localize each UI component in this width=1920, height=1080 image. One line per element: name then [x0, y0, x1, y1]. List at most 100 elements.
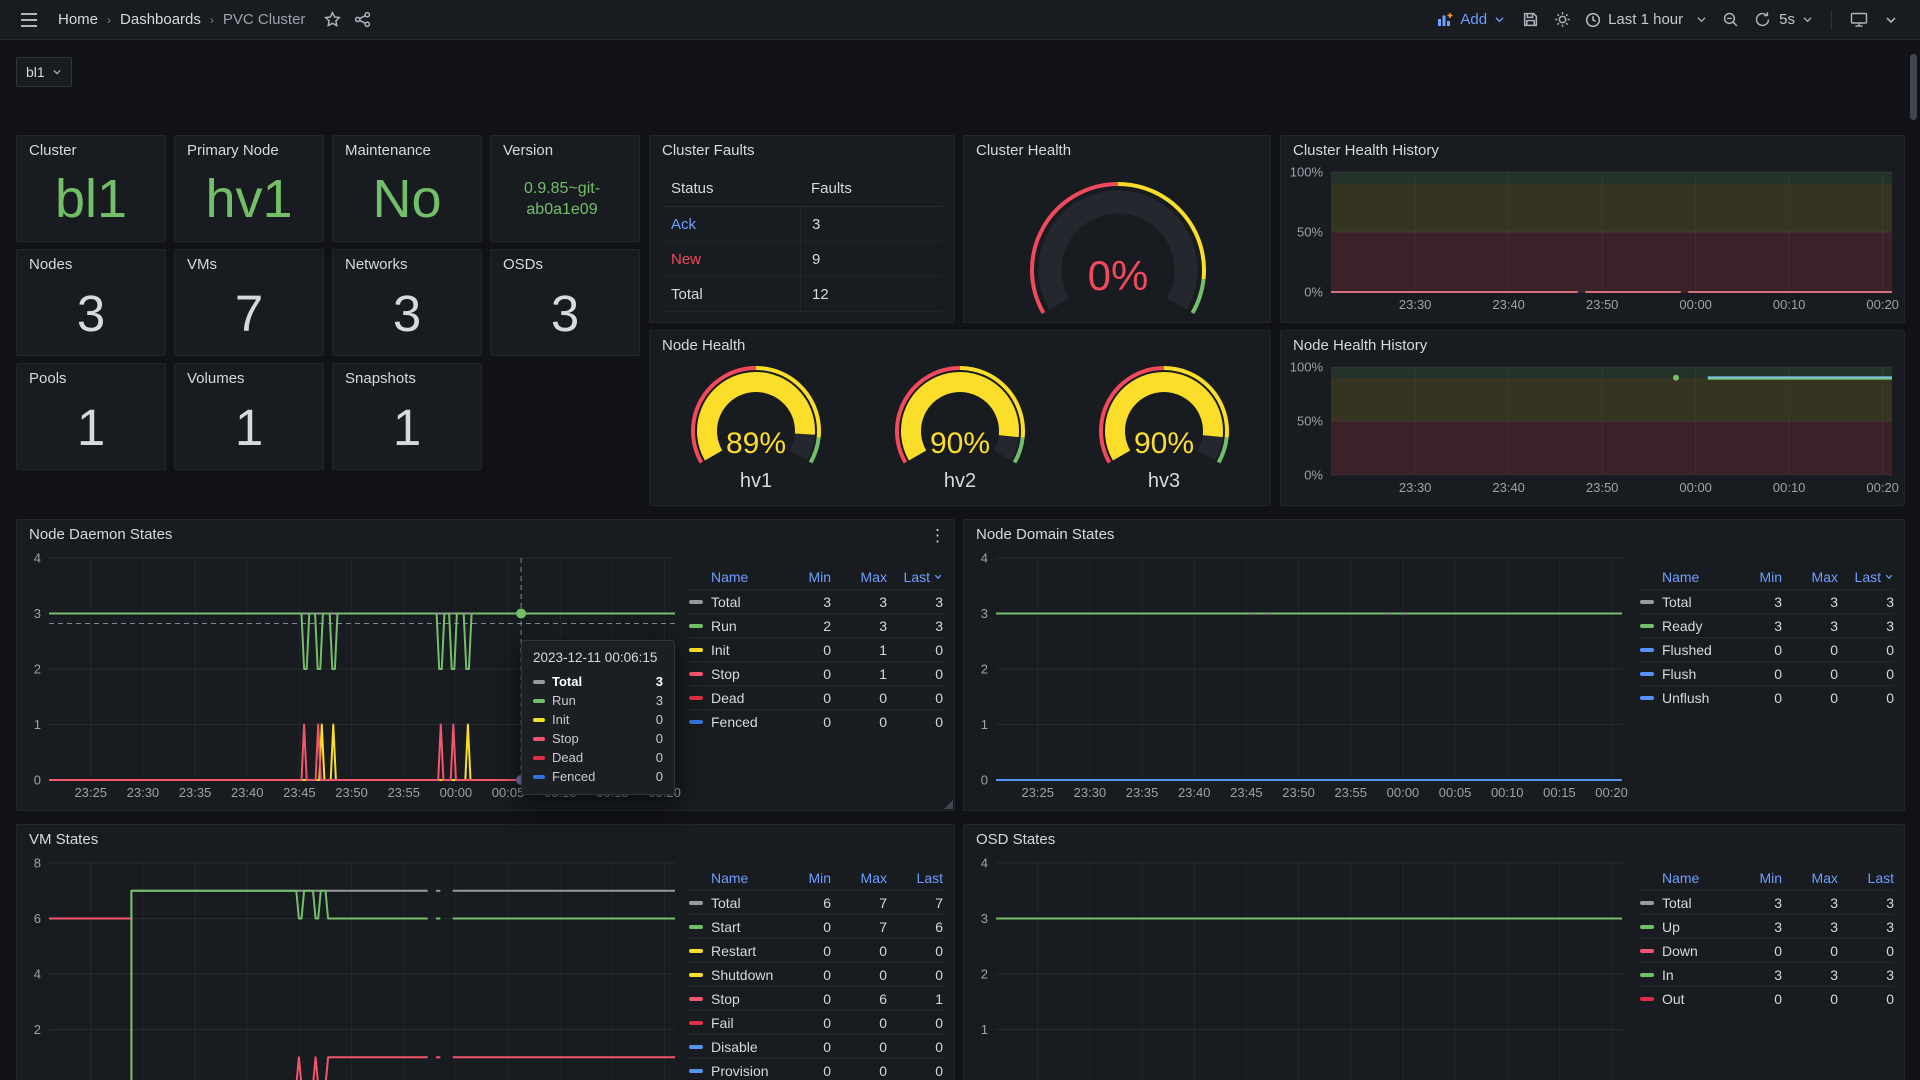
settings-gear-icon[interactable] [1547, 5, 1577, 35]
breadcrumb-dashboards[interactable]: Dashboards [118, 11, 203, 28]
legend-value: 3 [887, 618, 943, 634]
legend-sort-min[interactable]: Min [775, 569, 831, 585]
series-swatch [1640, 696, 1654, 700]
panel-resize-handle[interactable] [944, 800, 953, 809]
panel-title: Cluster Health [964, 136, 1246, 166]
legend-item-total[interactable]: Total677 [689, 890, 943, 914]
panel-stat-maintenance: Maintenance No [332, 135, 482, 242]
series-swatch [1640, 973, 1654, 977]
panel-stat-cluster: Cluster bl1 [16, 135, 166, 242]
svg-text:hv1: hv1 [740, 470, 772, 492]
series-swatch [689, 1045, 703, 1049]
navbar-overflow-chevron-icon[interactable] [1876, 5, 1906, 35]
legend-value: 3 [1782, 967, 1838, 983]
legend-sort-min[interactable]: Min [1726, 569, 1782, 585]
legend-sort-last[interactable]: Last [887, 569, 943, 585]
legend-sort-max[interactable]: Max [1782, 870, 1838, 886]
time-range-picker[interactable]: Last 1 hour [1579, 11, 1713, 28]
legend-item-init[interactable]: Init010 [689, 637, 943, 661]
series-swatch [689, 720, 703, 724]
node-health-history-chart[interactable]: 0%50%100%23:3023:4023:5000:0000:1000:20 [1287, 359, 1900, 499]
legend-item-flushed[interactable]: Flushed000 [1640, 637, 1894, 661]
legend-sort-last[interactable]: Last [1838, 569, 1894, 585]
legend-header: NameMinMaxLast [1640, 865, 1894, 890]
legend-item-start[interactable]: Start076 [689, 914, 943, 938]
series-swatch [533, 680, 545, 684]
legend-item-shutdown[interactable]: Shutdown000 [689, 962, 943, 986]
vm-states-chart[interactable]: 0246823:2523:3023:3523:4023:4523:5023:55… [23, 855, 683, 1080]
legend-item-flush[interactable]: Flush000 [1640, 661, 1894, 685]
panel-node-daemon-states: Node Daemon States ⋮ 0123423:2523:3023:3… [16, 519, 955, 811]
legend-sort-last[interactable]: Last [887, 870, 943, 886]
panel-menu-icon[interactable]: ⋮ [929, 526, 946, 546]
legend-item-total[interactable]: Total333 [1640, 589, 1894, 613]
save-dashboard-icon[interactable] [1515, 5, 1545, 35]
chart-canvas[interactable]: 0123423:2523:3023:3523:4023:4523:5023:55… [970, 550, 1630, 804]
stat-value: No [339, 164, 475, 235]
legend-sort-max[interactable]: Max [1782, 569, 1838, 585]
fault-status: New [662, 251, 800, 268]
legend-item-in[interactable]: In333 [1640, 962, 1894, 986]
series-swatch [533, 699, 545, 703]
legend-sort-max[interactable]: Max [831, 870, 887, 886]
legend-item-stop[interactable]: Stop061 [689, 986, 943, 1010]
panel-osd-states: OSD States 0123423:2523:3023:3523:4023:4… [963, 824, 1905, 1080]
legend-sort-last[interactable]: Last [1838, 870, 1894, 886]
legend-item-restart[interactable]: Restart000 [689, 938, 943, 962]
breadcrumb-home[interactable]: Home [56, 11, 100, 28]
legend-item-down[interactable]: Down000 [1640, 938, 1894, 962]
star-icon[interactable] [317, 5, 347, 35]
legend-value: 1 [831, 642, 887, 658]
legend-item-run[interactable]: Run233 [689, 613, 943, 637]
navbar-actions: Add Last 1 hour 5s [1429, 5, 1906, 35]
legend-item-unflush[interactable]: Unflush000 [1640, 685, 1894, 709]
legend-item-dead[interactable]: Dead000 [689, 685, 943, 709]
series-swatch [689, 672, 703, 676]
legend-item-up[interactable]: Up333 [1640, 914, 1894, 938]
refresh-icon[interactable] [1747, 5, 1777, 35]
chart-canvas[interactable]: 0%50%100%23:3023:4023:5000:0000:1000:20 [1287, 359, 1900, 499]
tv-mode-icon[interactable] [1844, 5, 1874, 35]
osd-states-chart[interactable]: 0123423:2523:3023:3523:4023:4523:5023:55… [970, 855, 1630, 1080]
legend-sort-max[interactable]: Max [831, 569, 887, 585]
series-swatch [533, 756, 545, 760]
legend-item-stop[interactable]: Stop010 [689, 661, 943, 685]
legend-sort-min[interactable]: Min [775, 870, 831, 886]
legend-item-out[interactable]: Out000 [1640, 986, 1894, 1010]
faults-row-total: Total12 [662, 277, 942, 312]
series-swatch [533, 775, 545, 779]
node-domain-states-chart[interactable]: 0123423:2523:3023:3523:4023:4523:5023:55… [970, 550, 1630, 804]
cluster-health-history-chart[interactable]: 0%50%100%23:3023:4023:5000:0000:1000:20 [1287, 164, 1900, 316]
refresh-interval-picker[interactable]: 5s [1779, 11, 1819, 28]
panel-stat-networks: Networks 3 [332, 249, 482, 356]
tooltip-timestamp: 2023-12-11 00:06:15 [533, 650, 663, 665]
chart-canvas[interactable]: 0123423:2523:3023:3523:4023:4523:5023:55… [970, 855, 1630, 1080]
legend-item-ready[interactable]: Ready333 [1640, 613, 1894, 637]
series-swatch [689, 1021, 703, 1025]
variable-dropdown-cluster[interactable]: bl1 [16, 57, 72, 87]
legend-item-disable[interactable]: Disable000 [689, 1034, 943, 1058]
zoom-out-icon[interactable] [1715, 5, 1745, 35]
chart-canvas[interactable]: 0246823:2523:3023:3523:4023:4523:5023:55… [23, 855, 683, 1080]
legend-item-total[interactable]: Total333 [1640, 890, 1894, 914]
tooltip-row-run: Run3 [533, 691, 663, 710]
legend-item-fenced[interactable]: Fenced000 [689, 709, 943, 733]
add-panel-button[interactable]: Add [1429, 11, 1513, 28]
stat-value: 3 [497, 278, 633, 349]
legend-sort-min[interactable]: Min [1726, 870, 1782, 886]
series-swatch [1640, 997, 1654, 1001]
share-icon[interactable] [347, 5, 377, 35]
chart-canvas[interactable]: 0%50%100%23:3023:4023:5000:0000:1000:20 [1287, 164, 1900, 316]
stat-value: bl1 [23, 164, 159, 235]
legend-value: 0 [1782, 642, 1838, 658]
legend-value: 0 [775, 714, 831, 730]
vm-states-legend: NameMinMaxLastTotal677Start076Restart000… [689, 865, 943, 1080]
legend-item-provision[interactable]: Provision000 [689, 1058, 943, 1080]
legend-item-fail[interactable]: Fail000 [689, 1010, 943, 1034]
scrollbar-thumb[interactable] [1910, 54, 1917, 120]
legend-value: 3 [775, 594, 831, 610]
svg-text:23:50: 23:50 [335, 785, 368, 800]
legend-item-total[interactable]: Total333 [689, 589, 943, 613]
chevron-down-icon [52, 68, 62, 76]
menu-icon[interactable] [14, 5, 44, 35]
